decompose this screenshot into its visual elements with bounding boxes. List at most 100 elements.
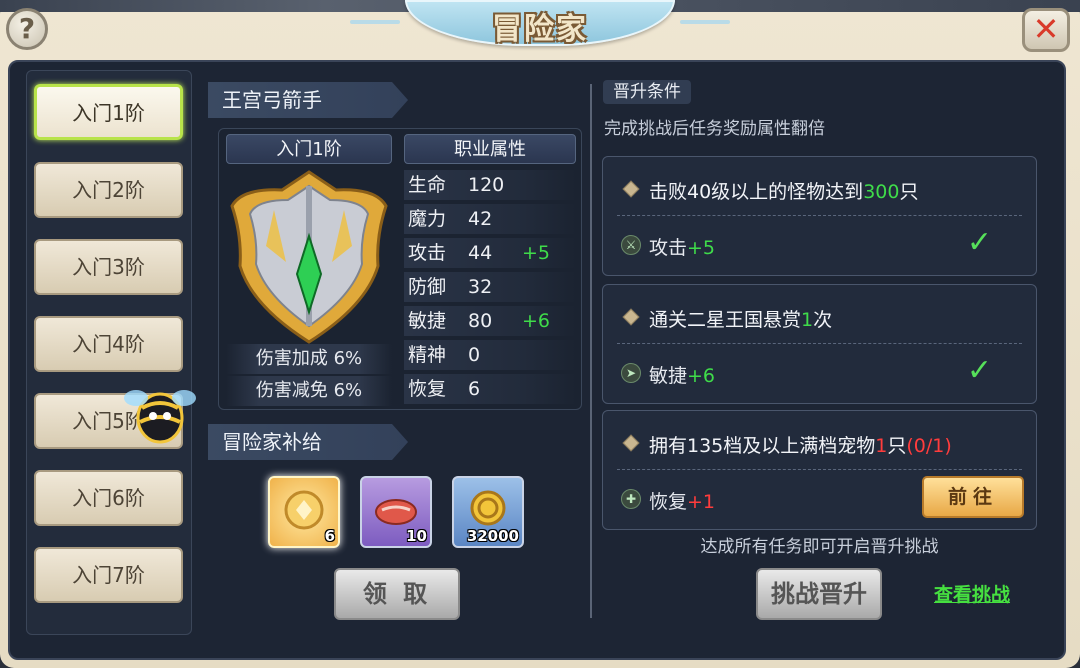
sidebar-item-label: 入门2阶 bbox=[72, 178, 145, 202]
close-button[interactable]: ✕ bbox=[1022, 8, 1070, 52]
task-reward: 恢复+1 bbox=[649, 487, 715, 514]
supply-item[interactable]: 10 bbox=[360, 476, 432, 548]
task-unit: 只 bbox=[887, 435, 907, 457]
task-title-text: 击败40级以上的怪物达到 bbox=[649, 181, 864, 203]
task-reward-name: 恢复 bbox=[649, 491, 688, 513]
question-icon: ? bbox=[18, 12, 36, 45]
task-reward-value: +5 bbox=[687, 237, 716, 259]
dashed-divider bbox=[617, 469, 1022, 470]
dashed-divider bbox=[617, 343, 1022, 344]
challenge-promotion-button[interactable]: 挑战晋升 bbox=[756, 568, 882, 620]
stat-row: 攻击 44 +5 bbox=[404, 238, 576, 268]
tier-banner-label: 入门1阶 bbox=[276, 139, 342, 160]
stat-value: 42 bbox=[468, 208, 493, 230]
checkmark-icon: ✓ bbox=[966, 225, 992, 260]
damage-bonus-text: 伤害加成 6% bbox=[226, 344, 392, 374]
task-reward: 敏捷+6 bbox=[649, 361, 715, 388]
stat-value: 0 bbox=[468, 344, 481, 366]
damage-reduction-text: 伤害减免 6% bbox=[226, 376, 392, 406]
stat-row: 防御 32 bbox=[404, 272, 576, 302]
attr-header-label: 职业属性 bbox=[454, 139, 526, 160]
stat-name: 恢复 bbox=[408, 378, 447, 400]
agility-icon: ➤ bbox=[621, 363, 641, 383]
task-target: 300 bbox=[863, 181, 900, 203]
stat-bonus: +5 bbox=[522, 242, 551, 264]
task-target: 1 bbox=[875, 435, 888, 457]
task-title: 击败40级以上的怪物达到300只 bbox=[649, 177, 918, 204]
stat-value: 6 bbox=[468, 378, 481, 400]
stat-row: 魔力 42 bbox=[404, 204, 576, 234]
task-target: 1 bbox=[801, 309, 814, 331]
sidebar-item-label: 入门4阶 bbox=[72, 332, 145, 356]
task-title-text: 通关二星王国悬赏 bbox=[649, 309, 802, 331]
attack-icon: ⚔ bbox=[621, 235, 641, 255]
sidebar-item-label: 入门6阶 bbox=[72, 486, 145, 510]
supply-header-label: 冒险家补给 bbox=[222, 430, 322, 454]
stat-name: 魔力 bbox=[408, 208, 447, 230]
sidebar-item-tier-4[interactable]: 入门4阶 bbox=[34, 316, 183, 372]
supply-item-count: 10 bbox=[406, 527, 427, 545]
stat-value: 80 bbox=[468, 310, 493, 332]
task-reward-name: 敏捷 bbox=[649, 365, 688, 387]
class-name: 王宫弓箭手 bbox=[222, 88, 322, 112]
challenge-button-label: 挑战晋升 bbox=[771, 580, 867, 608]
promotion-section-label: 晋升条件 bbox=[603, 80, 691, 104]
stat-row: 精神 0 bbox=[404, 340, 576, 370]
task-progress: (0/1) bbox=[906, 435, 952, 457]
goto-button-label: 前往 bbox=[947, 486, 998, 508]
sidebar-item-label: 入门3阶 bbox=[72, 255, 145, 279]
view-challenge-link[interactable]: 查看挑战 bbox=[934, 580, 1010, 607]
goto-button[interactable]: 前往 bbox=[922, 476, 1024, 518]
task-reward-value: +6 bbox=[687, 365, 716, 387]
supply-item[interactable]: 6 bbox=[268, 476, 340, 548]
stat-value: 120 bbox=[468, 174, 505, 196]
stat-value: 32 bbox=[468, 276, 493, 298]
sidebar-item-tier-3[interactable]: 入门3阶 bbox=[34, 239, 183, 295]
supply-item[interactable]: 32000 bbox=[452, 476, 524, 548]
sidebar-item-tier-7[interactable]: 入门7阶 bbox=[34, 547, 183, 603]
decor-swirl bbox=[350, 20, 400, 24]
supply-item-count: 32000 bbox=[466, 527, 519, 545]
dashed-divider bbox=[617, 215, 1022, 216]
close-icon: ✕ bbox=[1032, 10, 1060, 48]
help-button[interactable]: ? bbox=[6, 8, 48, 50]
bee-mascot-icon bbox=[124, 390, 196, 444]
task-title: 拥有135档及以上满档宠物1只(0/1) bbox=[649, 431, 952, 458]
stat-name: 精神 bbox=[408, 344, 447, 366]
sidebar-item-tier-1[interactable]: 入门1阶 bbox=[34, 84, 183, 140]
diamond-icon bbox=[622, 180, 640, 198]
stat-name: 生命 bbox=[408, 174, 447, 196]
task-unit: 次 bbox=[813, 309, 833, 331]
stat-name: 防御 bbox=[408, 276, 447, 298]
task-unit: 只 bbox=[899, 181, 919, 203]
tier-banner: 入门1阶 bbox=[226, 134, 392, 164]
task-reward: 攻击+5 bbox=[649, 233, 715, 260]
window-title-plaque: 冒险家 bbox=[405, 0, 675, 47]
claim-button[interactable]: 领 取 bbox=[334, 568, 460, 620]
stat-name: 敏捷 bbox=[408, 310, 447, 332]
stat-name: 攻击 bbox=[408, 242, 447, 264]
supply-item-count: 6 bbox=[324, 527, 335, 545]
window-title: 冒险家 bbox=[492, 12, 588, 47]
sidebar-item-label: 入门1阶 bbox=[72, 101, 145, 125]
promotion-description: 完成挑战后任务奖励属性翻倍 bbox=[604, 119, 825, 139]
diamond-icon bbox=[622, 308, 640, 326]
sidebar-item-label: 入门7阶 bbox=[72, 563, 145, 587]
panel-divider bbox=[590, 84, 592, 618]
stat-bonus: +6 bbox=[522, 310, 551, 332]
task-card: 击败40级以上的怪物达到300只 ⚔ 攻击+5 ✓ bbox=[602, 156, 1037, 276]
decor-swirl bbox=[680, 20, 730, 24]
stat-value: 44 bbox=[468, 242, 493, 264]
sidebar-item-tier-6[interactable]: 入门6阶 bbox=[34, 470, 183, 526]
stat-row: 敏捷 80 +6 bbox=[404, 306, 576, 336]
claim-button-label: 领 取 bbox=[362, 580, 432, 608]
task-title: 通关二星王国悬赏1次 bbox=[649, 305, 832, 332]
class-name-header: 王宫弓箭手 bbox=[208, 82, 408, 118]
task-reward-name: 攻击 bbox=[649, 237, 688, 259]
task-card: 通关二星王国悬赏1次 ➤ 敏捷+6 ✓ bbox=[602, 284, 1037, 404]
sidebar-item-tier-2[interactable]: 入门2阶 bbox=[34, 162, 183, 218]
recovery-icon: ✚ bbox=[621, 489, 641, 509]
diamond-icon bbox=[622, 434, 640, 452]
stat-row: 生命 120 bbox=[404, 170, 576, 200]
stat-row: 恢复 6 bbox=[404, 374, 576, 404]
